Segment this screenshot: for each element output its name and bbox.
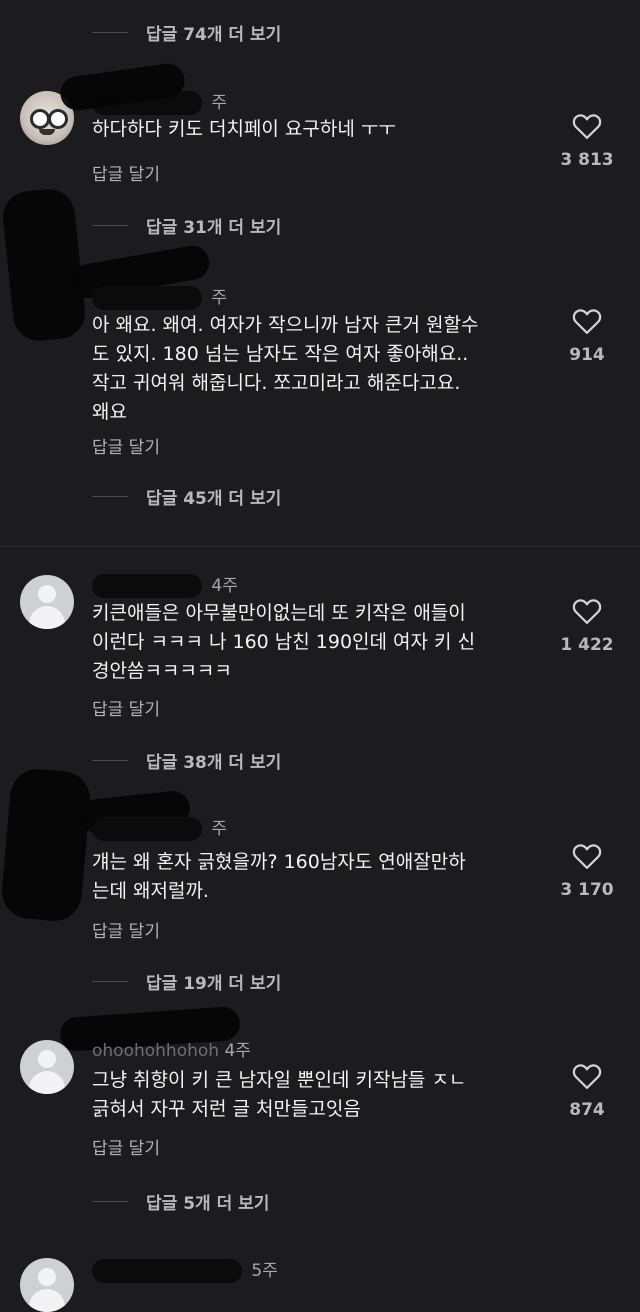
redaction [92, 817, 202, 841]
view-more-label: 답글 74개 더 보기 [146, 24, 282, 45]
reply-button[interactable]: 답글 달기 [92, 160, 160, 185]
avatar-shoulders [29, 1289, 65, 1312]
heart-icon[interactable] [572, 842, 602, 870]
like-count: 914 [569, 345, 605, 365]
heart-icon[interactable] [572, 112, 602, 140]
view-more-label: 답글 19개 더 보기 [146, 973, 282, 994]
comment-text: 그냥 취향이 키 큰 남자일 뿐인데 키작남들 ㅈㄴ 긁혀서 자꾸 저런 글 처… [92, 1069, 467, 1120]
redaction [92, 286, 202, 310]
avatar[interactable] [20, 1258, 74, 1312]
like-group: 914 [554, 307, 620, 365]
like-count: 3 813 [560, 150, 614, 170]
reply-button[interactable]: 답글 달기 [92, 1134, 160, 1159]
view-more-replies[interactable]: 답글 31개 더 보기 [92, 210, 281, 240]
reply-button[interactable]: 답글 달기 [92, 695, 160, 720]
view-more-replies[interactable]: 답글 5개 더 보기 [92, 1186, 269, 1216]
view-more-replies[interactable]: 답글 19개 더 보기 [92, 966, 281, 996]
view-more-replies[interactable]: 답글 74개 더 보기 [92, 17, 281, 47]
username[interactable]: 4주 [92, 571, 238, 598]
avatar-mouth [39, 129, 55, 135]
like-group: 3 170 [554, 842, 620, 900]
view-more-label: 답글 31개 더 보기 [146, 217, 282, 238]
divider-line [92, 31, 128, 33]
comment-text: 하다하다 키도 더치페이 요구하네 ㅜㅜ [92, 118, 396, 140]
avatar-head [38, 1268, 56, 1286]
username[interactable]: 5주 [92, 1256, 278, 1283]
divider-line [92, 1200, 128, 1202]
view-more-label: 답글 45개 더 보기 [146, 488, 282, 509]
heart-icon[interactable] [572, 1062, 602, 1090]
comment-text: 아 왜요. 왜여. 여자가 작으니까 남자 큰거 원할수 도 있지. 180 넘… [92, 314, 479, 423]
reply-button[interactable]: 답글 달기 [92, 917, 160, 942]
comment-age: 4주 [224, 1041, 251, 1061]
avatar-head [38, 1050, 56, 1068]
avatar-eye [30, 109, 50, 129]
avatar-head [38, 585, 56, 603]
like-count: 1 422 [560, 635, 614, 655]
view-more-label: 답글 5개 더 보기 [146, 1193, 270, 1214]
like-count: 3 170 [560, 880, 614, 900]
comment-age: 주 [211, 288, 228, 308]
divider-line [92, 759, 128, 761]
view-more-label: 답글 38개 더 보기 [146, 752, 282, 773]
like-group: 3 813 [554, 112, 620, 170]
avatar-shoulders [29, 1071, 65, 1094]
username[interactable]: ohoohohhohoh 4주 [92, 1036, 251, 1061]
redaction-smear [0, 186, 88, 344]
comment-age: 5주 [251, 1261, 278, 1281]
like-group: 874 [554, 1062, 620, 1120]
section-divider [0, 546, 640, 547]
reply-button[interactable]: 답글 달기 [92, 433, 160, 458]
redaction-smear [0, 766, 93, 924]
redaction [92, 1259, 242, 1283]
like-count: 874 [569, 1100, 605, 1120]
comment-age: 주 [211, 819, 228, 839]
view-more-replies[interactable]: 답글 38개 더 보기 [92, 745, 281, 775]
username-text: ohoohohhohoh [92, 1041, 220, 1061]
like-group: 1 422 [554, 597, 620, 655]
username[interactable]: 주 [92, 283, 227, 310]
avatar-shoulders [29, 606, 65, 629]
divider-line [92, 980, 128, 982]
comment-age: 4주 [211, 576, 238, 596]
heart-icon[interactable] [572, 307, 602, 335]
comment-text: 걔는 왜 혼자 긁혔을까? 160남자도 연애잘만하 는데 왜저럴까. [92, 851, 466, 902]
redaction [92, 574, 202, 598]
divider-line [92, 495, 128, 497]
avatar-eye [48, 109, 68, 129]
username[interactable]: 주 [92, 814, 227, 841]
comment-text: 키큰애들은 아무불만이없는데 또 키작은 애들이 이런다 ㅋㅋㅋ 나 160 남… [92, 602, 476, 682]
view-more-replies[interactable]: 답글 45개 더 보기 [92, 481, 281, 511]
comment-age: 주 [211, 93, 228, 113]
avatar[interactable] [20, 1040, 74, 1094]
heart-icon[interactable] [572, 597, 602, 625]
divider-line [92, 224, 128, 226]
avatar[interactable] [20, 575, 74, 629]
